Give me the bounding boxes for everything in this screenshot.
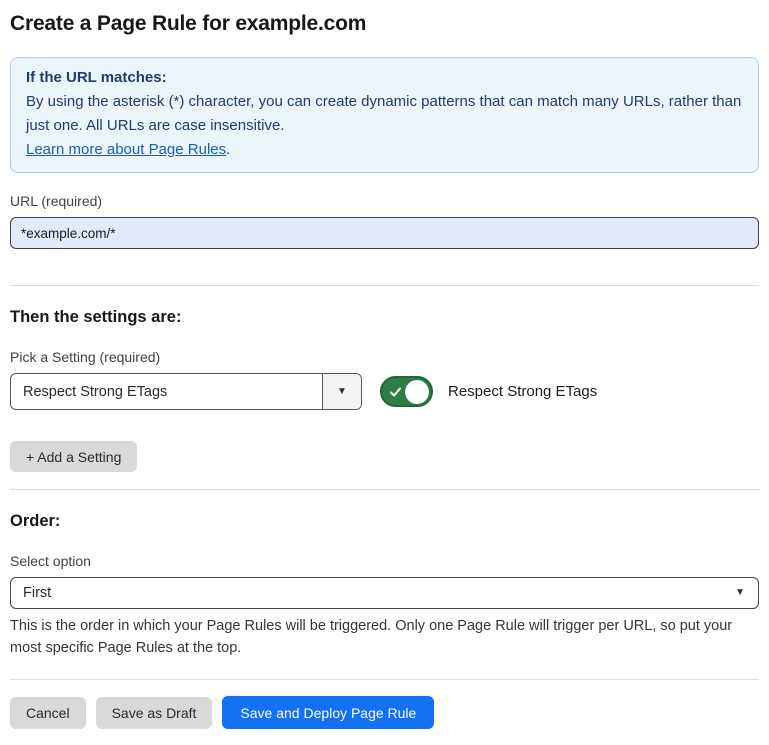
- divider: [10, 489, 759, 490]
- pick-setting-label: Pick a Setting (required): [10, 349, 759, 366]
- setting-select-value: Respect Strong ETags: [11, 374, 322, 409]
- order-select[interactable]: First ▼: [10, 577, 759, 609]
- info-box-heading: If the URL matches:: [26, 66, 743, 90]
- info-link-line: Learn more about Page Rules.: [26, 138, 743, 162]
- save-deploy-button[interactable]: Save and Deploy Page Rule: [222, 696, 434, 729]
- add-setting-button[interactable]: + Add a Setting: [10, 441, 137, 472]
- order-select-value: First: [11, 585, 735, 601]
- check-icon: [389, 385, 402, 398]
- setting-toggle[interactable]: [380, 376, 433, 407]
- learn-more-link[interactable]: Learn more about Page Rules: [26, 141, 226, 158]
- setting-select-arrow-button[interactable]: ▼: [322, 374, 361, 409]
- toggle-knob: [405, 380, 429, 404]
- link-suffix: .: [226, 141, 230, 158]
- setting-row: Respect Strong ETags ▼ Respect Strong ET…: [10, 373, 759, 410]
- chevron-down-icon: ▼: [735, 588, 758, 598]
- chevron-down-icon: ▼: [337, 387, 347, 397]
- footer-actions: Cancel Save as Draft Save and Deploy Pag…: [10, 696, 759, 729]
- select-option-label: Select option: [10, 553, 759, 570]
- page-title: Create a Page Rule for example.com: [10, 11, 759, 37]
- order-heading: Order:: [10, 511, 759, 531]
- setting-select[interactable]: Respect Strong ETags ▼: [10, 373, 362, 410]
- url-label: URL (required): [10, 193, 759, 210]
- order-help-text: This is the order in which your Page Rul…: [10, 615, 759, 659]
- url-input[interactable]: [10, 217, 759, 249]
- setting-toggle-label: Respect Strong ETags: [448, 383, 597, 400]
- url-match-info-box: If the URL matches: By using the asteris…: [10, 57, 759, 173]
- divider: [10, 679, 759, 680]
- settings-heading: Then the settings are:: [10, 307, 759, 327]
- cancel-button[interactable]: Cancel: [10, 697, 86, 729]
- save-draft-button[interactable]: Save as Draft: [96, 697, 213, 729]
- create-page-rule-form: Create a Page Rule for example.com If th…: [0, 0, 769, 745]
- divider: [10, 285, 759, 286]
- info-box-body: By using the asterisk (*) character, you…: [26, 90, 743, 138]
